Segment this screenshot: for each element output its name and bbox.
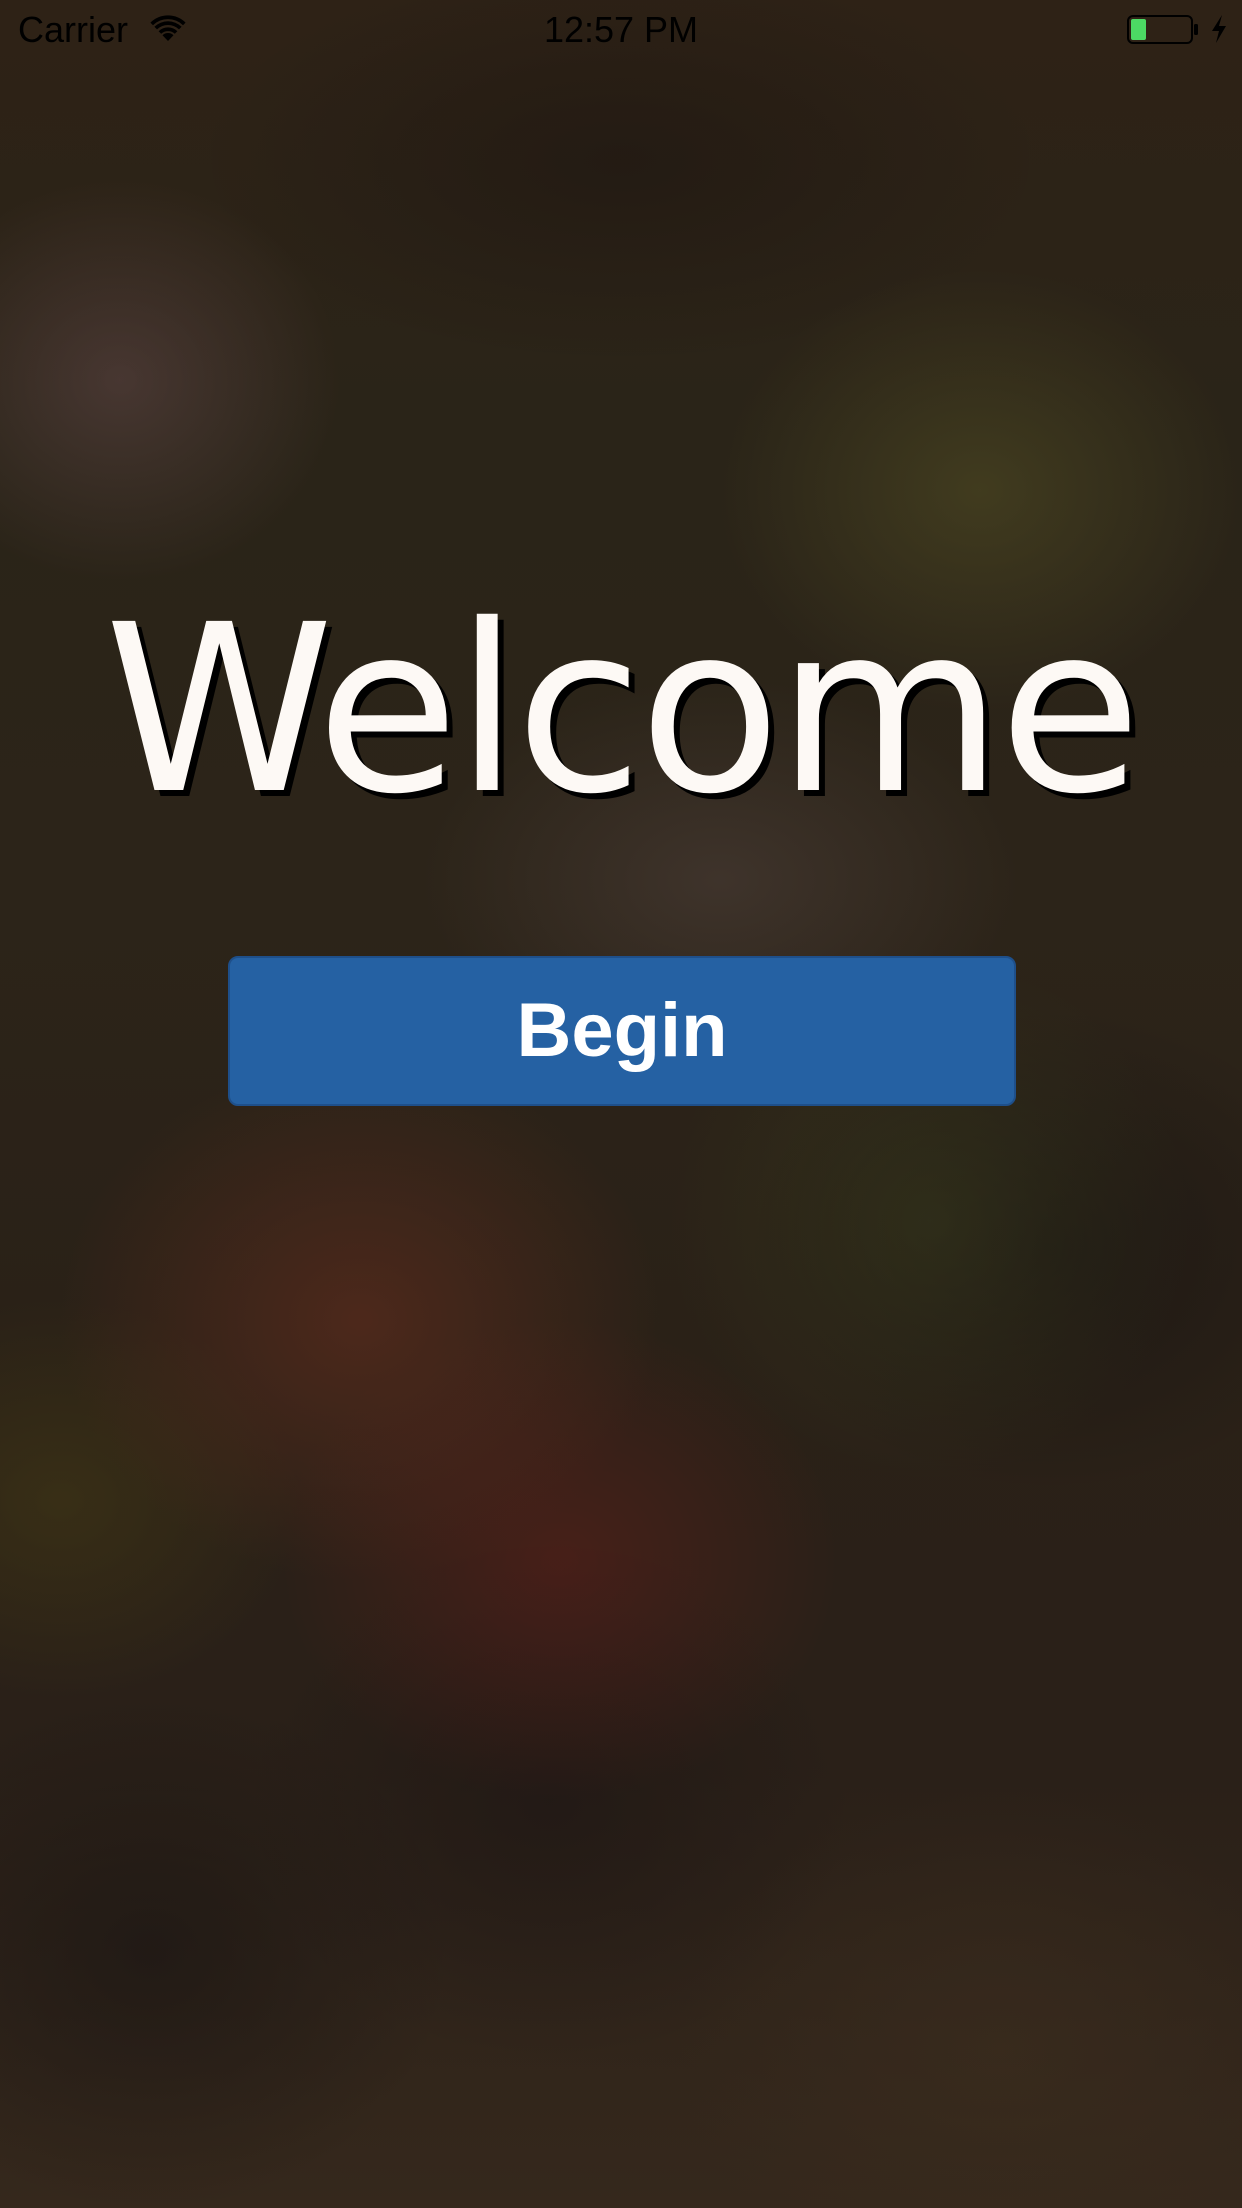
battery-icon — [1127, 15, 1199, 45]
status-time: 12:57 PM — [543, 9, 699, 50]
charging-bolt-icon — [1210, 14, 1228, 44]
battery-level-fill — [1131, 19, 1146, 40]
welcome-title: Welcome — [104, 575, 1141, 845]
begin-button[interactable]: Begin — [228, 956, 1016, 1106]
status-bar: Carrier 12:57 PM — [0, 0, 1242, 60]
